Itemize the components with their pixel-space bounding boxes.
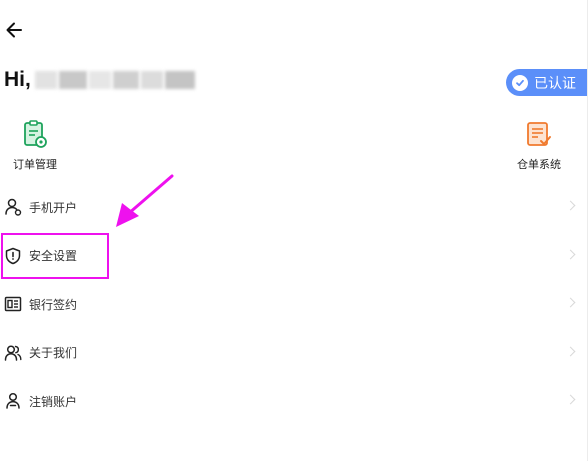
order-management-icon [21, 120, 49, 150]
chevron-right-icon [565, 200, 576, 211]
arrow-left-icon [6, 22, 22, 38]
verified-label: 已认证 [534, 74, 576, 91]
menu-item-label: 银行签约 [29, 297, 78, 312]
quick-action-label: 订单管理 [13, 159, 57, 171]
menu-item-label: 安全设置 [29, 249, 78, 264]
menu-item-about-us[interactable]: 关于我们 [0, 329, 588, 378]
check-badge-icon [512, 74, 528, 91]
menu-item-mobile-account[interactable]: 手机开户 [0, 183, 588, 232]
masked-username [34, 68, 197, 92]
shield-icon [3, 246, 23, 266]
menu-item-cancel-account[interactable]: 注销账户 [0, 377, 588, 426]
chevron-right-icon [565, 346, 576, 357]
greeting: Hi, [4, 68, 197, 92]
quick-action-label: 仓单系统 [517, 159, 561, 171]
menu-item-security-settings[interactable]: 安全设置 [0, 232, 588, 281]
greeting-text: Hi, [4, 68, 31, 91]
user-cancel-icon [3, 391, 23, 411]
menu-item-label: 注销账户 [29, 394, 78, 409]
bank-card-icon [3, 294, 23, 314]
chevron-right-icon [565, 249, 576, 260]
people-icon [3, 343, 23, 363]
settings-menu: 手机开户 安全设置 银行签约 关于我们 注销账户 [0, 183, 588, 426]
quick-action-warehouse-receipt[interactable]: 仓单系统 [504, 120, 574, 172]
chevron-right-icon [565, 297, 576, 308]
verified-badge: 已认证 [506, 69, 588, 96]
menu-item-bank-signing[interactable]: 银行签约 [0, 280, 588, 329]
person-icon [3, 197, 23, 217]
quick-action-order-management[interactable]: 订单管理 [0, 120, 70, 172]
menu-item-label: 手机开户 [29, 200, 78, 215]
back-button[interactable] [0, 16, 28, 44]
chevron-right-icon [565, 394, 576, 405]
warehouse-receipt-icon [525, 120, 553, 150]
menu-item-label: 关于我们 [29, 346, 78, 361]
